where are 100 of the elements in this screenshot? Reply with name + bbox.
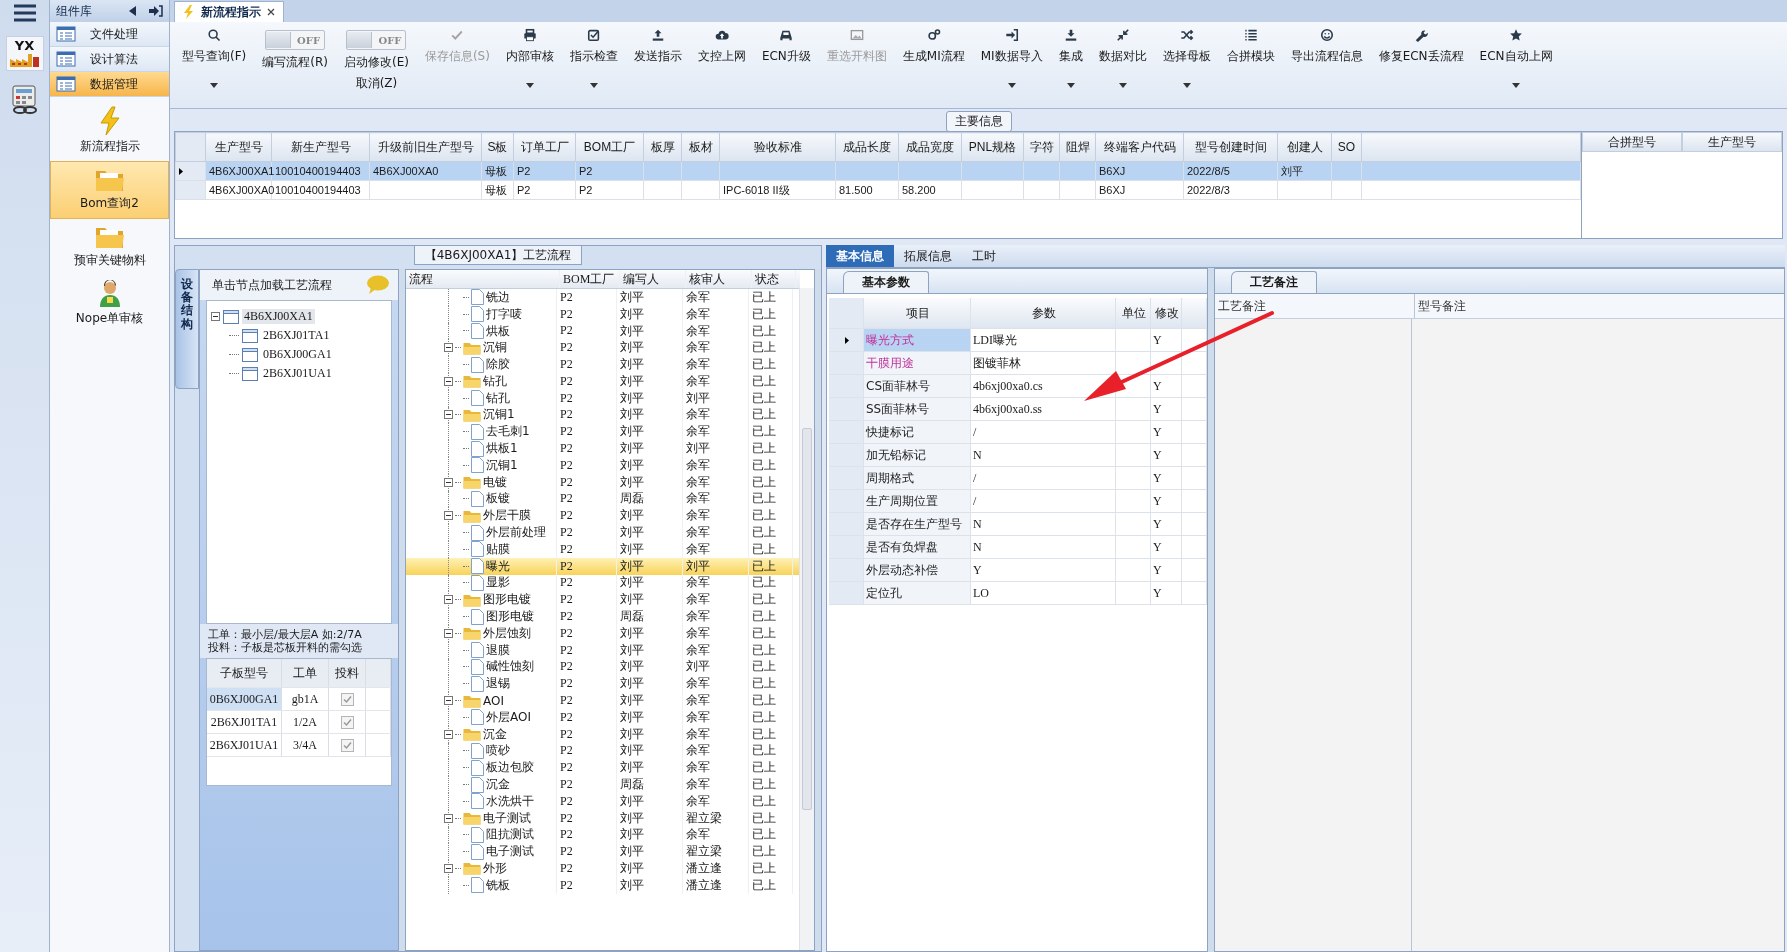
collapse-icon[interactable] [444,696,453,705]
column-header[interactable]: 型号备注 [1415,294,1784,318]
caret-icon[interactable] [525,83,534,88]
tree-node[interactable]: 退膜 [486,641,510,659]
panel-tab[interactable]: 基本参数 [843,271,929,293]
tree-node[interactable]: 显影 [486,574,510,592]
column-header[interactable]: 终端客户代码 [1095,132,1184,162]
collapse-icon[interactable] [444,628,453,638]
table-cell[interactable]: 2B6XJ01UA1 [207,734,282,756]
column-header[interactable]: 投料 [329,659,366,687]
column-header[interactable]: 参数 [971,298,1116,328]
module-item[interactable]: 新流程指示 [50,101,169,161]
collapse-icon[interactable] [129,6,137,16]
toolbar-button[interactable]: ECN自动上网 [1473,22,1559,104]
tree-node[interactable]: 2B6XJ01TA1 [261,328,332,343]
close-icon[interactable] [267,8,275,16]
nav-item[interactable]: 设计算法 [50,47,169,72]
tree-node[interactable]: 板镀 [486,490,510,508]
column-header[interactable]: PNL规格 [961,132,1024,162]
caret-icon[interactable] [1066,83,1075,88]
tree-node[interactable]: 沉铜 [483,339,507,357]
column-header[interactable]: 板材 [681,132,720,162]
tree-node[interactable]: 图形电镀 [483,591,531,609]
checkbox[interactable] [340,692,354,706]
collapse-icon[interactable] [444,864,453,873]
tree-node[interactable]: 外层干膜 [483,507,531,525]
exit-icon[interactable] [149,5,163,17]
toolbar-button[interactable]: MI数据导入 [974,22,1049,104]
caret-icon[interactable] [1182,83,1191,88]
collapse-icon[interactable] [211,312,220,321]
tree-node[interactable]: 退锡 [486,675,510,693]
module-item[interactable]: Bom查询2 [50,161,169,219]
column-header[interactable]: 新生产型号 [271,132,370,162]
toolbar-button[interactable]: 型号查询(F) [176,22,253,104]
column-header[interactable]: S板 [481,132,514,162]
checkbox[interactable] [340,738,354,752]
collapse-icon[interactable] [444,511,453,521]
tree-node[interactable]: 打字唛 [486,305,522,323]
column-header[interactable]: BOM工厂 [560,270,620,288]
tree-node[interactable]: 烘板 [486,322,510,340]
tab[interactable]: 工时 [962,245,1006,267]
column-header[interactable]: 验收标准 [719,132,836,162]
column-header[interactable]: 成品长度 [835,132,899,162]
toolbar-button[interactable]: 文控上网 [691,22,752,104]
collapse-icon[interactable] [444,376,453,386]
toolbar-button[interactable]: 发送指示 [627,22,688,104]
nav-item[interactable]: 文件处理 [50,22,169,47]
column-header[interactable]: 字符 [1023,132,1060,162]
tree-node[interactable]: 钻孔 [483,372,507,390]
column-header[interactable]: 工单 [282,659,329,687]
collapse-icon[interactable] [444,595,453,605]
menu-icon[interactable] [12,4,37,22]
toolbar-button[interactable]: 合拼模块 [1220,22,1281,104]
column-header[interactable]: SO [1331,132,1362,162]
tree-node[interactable]: 2B6XJ01UA1 [261,366,334,381]
module-item[interactable]: Nope单审核 [50,275,169,333]
column-header[interactable]: 修改 [1151,298,1182,328]
toolbar-button[interactable]: 选择母板 [1156,22,1217,104]
column-header[interactable]: 合拼型号 [1582,132,1682,152]
caret-icon[interactable] [1118,83,1127,88]
tree-node[interactable]: 水洗烘干 [486,792,534,810]
tree-node[interactable]: 沉铜1 [483,406,515,424]
tree-node[interactable]: 烘板1 [486,440,518,458]
toolbar-button[interactable]: 生成MI流程 [896,22,971,104]
toolbar-button[interactable]: 数据对比 [1092,22,1153,104]
panel-tab[interactable]: 工艺备注 [1231,271,1317,293]
caret-icon[interactable] [1007,83,1016,88]
column-header[interactable]: 项目 [864,298,971,328]
tree-node[interactable]: 去毛刺1 [486,423,530,441]
tree-node[interactable]: 沉铜1 [486,456,518,474]
calculator-icon[interactable] [9,85,40,115]
tree-node[interactable]: 4B6XJ00XA1 [242,309,315,324]
caret-icon[interactable] [210,83,219,88]
tree-node[interactable]: 外层前处理 [486,524,546,542]
toolbar-button[interactable]: 内部审核 [499,22,560,104]
tree-node[interactable]: 碱性蚀刻 [486,658,534,676]
caret-icon[interactable] [1512,83,1521,88]
column-header[interactable]: 工艺备注 [1215,294,1415,318]
tree-node[interactable]: AOI [483,693,504,708]
collapse-icon[interactable] [444,813,453,823]
tree-node[interactable]: 贴膜 [486,540,510,558]
tree-node[interactable]: 外层AOI [486,708,531,726]
toolbar-button[interactable]: 指示检查 [563,22,624,104]
column-header[interactable]: 升级前旧生产型号 [369,132,482,162]
column-header[interactable]: 阻焊 [1059,132,1096,162]
tree-node[interactable]: 除胶 [486,356,510,374]
tree-node[interactable]: 铣板 [486,876,510,894]
table-cell[interactable]: 0B6XJ00GA1 [207,688,282,710]
caret-icon[interactable] [589,83,598,88]
toolbar-button[interactable]: 修复ECN丢流程 [1372,22,1470,104]
column-header[interactable]: 生产型号 [205,132,272,162]
column-header[interactable]: 型号创建时间 [1183,132,1278,162]
column-header[interactable]: 订单工厂 [513,132,576,162]
column-header[interactable]: 板厚 [643,132,682,162]
tree-node[interactable]: 外形 [483,860,507,877]
tree-node[interactable]: 阻抗测试 [486,826,534,844]
toolbar-button[interactable]: ECN升级 [755,22,817,104]
tree-node[interactable]: 喷砂 [486,742,510,760]
vertical-tab[interactable]: 设备结构 [175,269,199,389]
tree-node[interactable]: 0B6XJ00GA1 [261,347,334,362]
